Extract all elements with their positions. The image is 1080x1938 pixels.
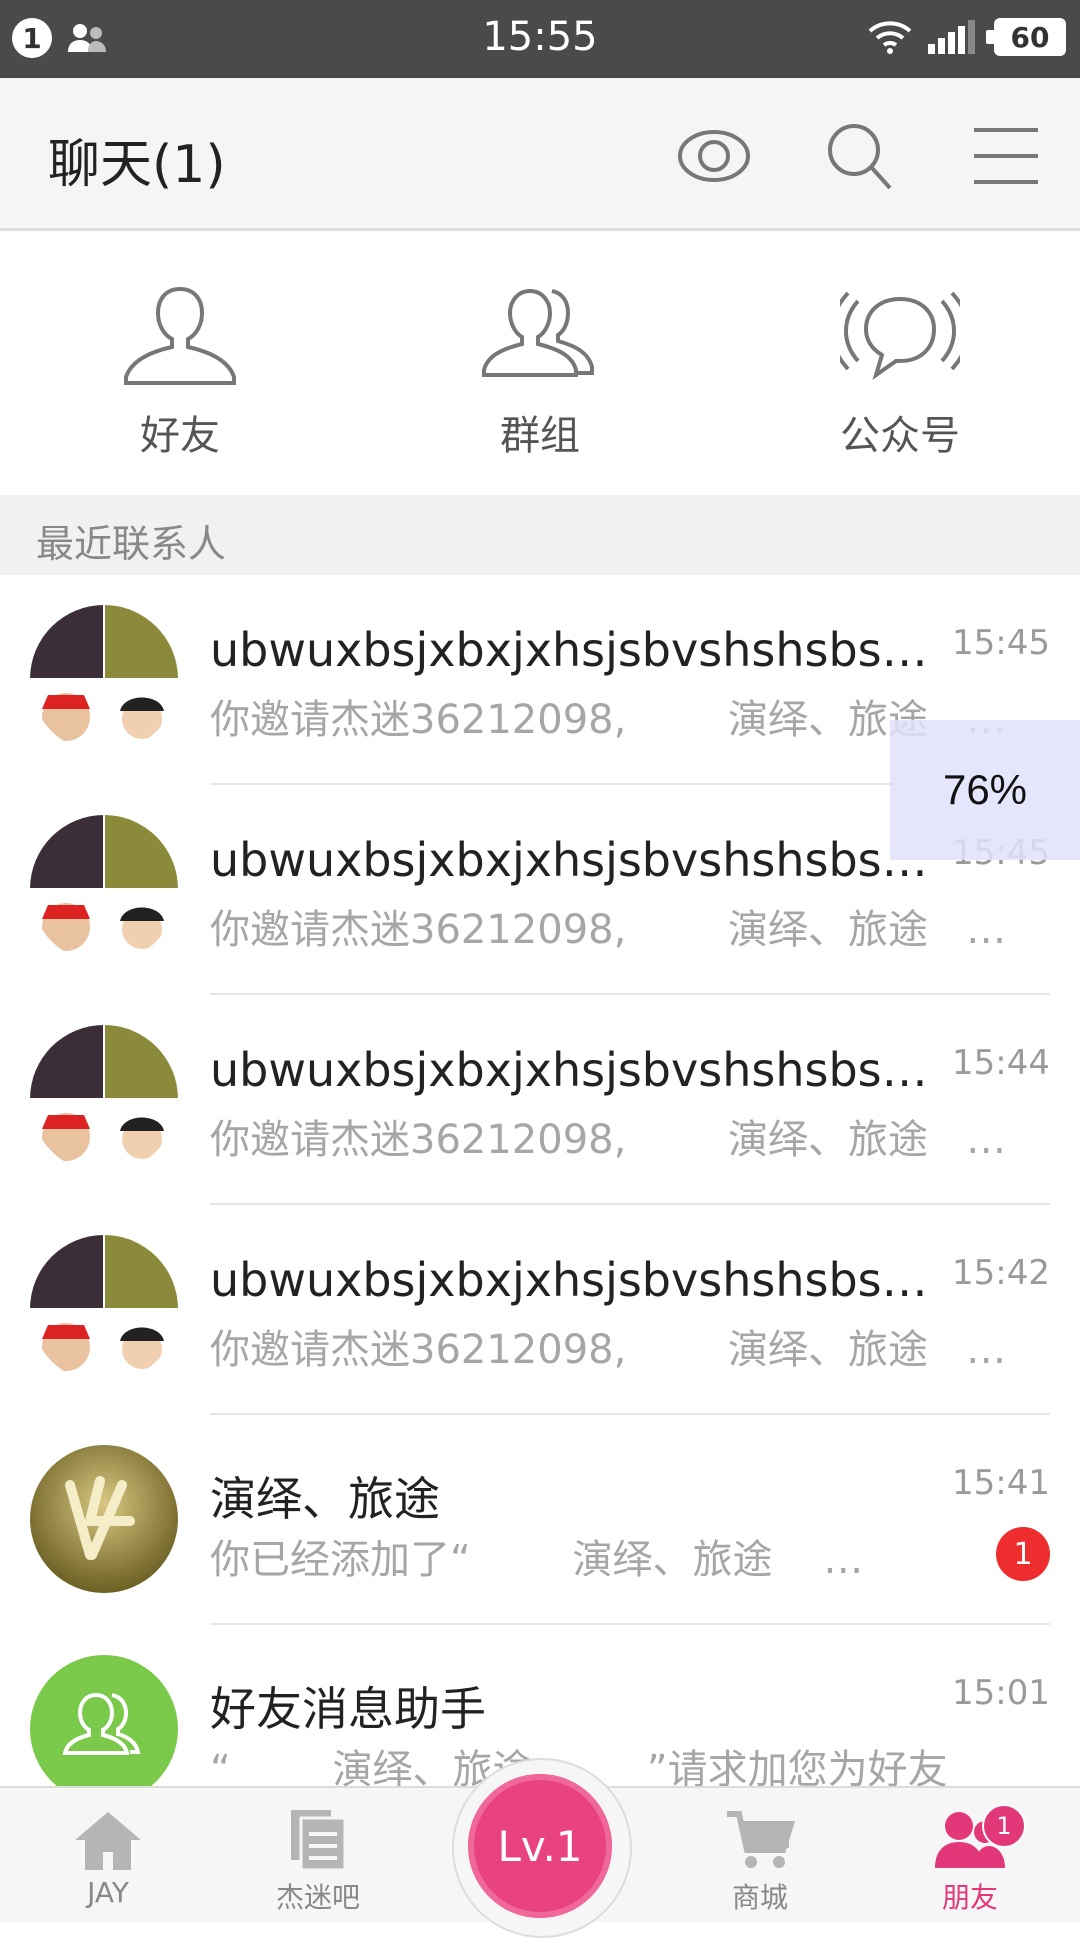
tab-label: 杰迷吧: [275, 1881, 360, 1914]
chat-preview: 你已经添加了“ 演绎、旅途 …: [210, 1537, 864, 1583]
status-right: 60: [868, 18, 1066, 56]
section-title: 最近联系人: [36, 522, 227, 566]
chat-time: 15:41: [952, 1463, 1050, 1503]
home-icon: [75, 1812, 141, 1870]
tab-label: 朋友: [941, 1881, 998, 1914]
chat-name: ubwuxbsjxbxjxhsjsbvshshsbsbbsbsbsb: [210, 623, 950, 677]
document-icon: [291, 1810, 347, 1872]
status-bar: 1 15:55 60: [0, 0, 1080, 78]
menu-icon[interactable]: [968, 118, 1044, 194]
chat-name: 演绎、旅途: [210, 1472, 440, 1526]
group-icon: [482, 288, 594, 377]
contact-avatar: [30, 1445, 178, 1593]
group-avatar: [30, 1025, 178, 1173]
signal-icon: [928, 20, 975, 54]
chat-time: 15:44: [952, 1043, 1050, 1083]
chat-item[interactable]: ubwuxbsjxbxjxhsjsbvshshsbsbbsbsbsb 15:42…: [0, 1205, 1080, 1415]
chat-item[interactable]: 演绎、旅途 15:41 你已经添加了“ 演绎、旅途 … 1: [0, 1415, 1080, 1625]
battery-indicator: 60: [986, 18, 1066, 56]
shortcut-label: 群组: [500, 413, 580, 459]
shortcut-label: 公众号: [840, 413, 960, 459]
app-bar-actions: [676, 118, 1044, 194]
shortcut-groups[interactable]: 群组: [360, 231, 720, 495]
chat-name: ubwuxbsjxbxjxhsjsbvshshsbsbbsbsbsb: [210, 833, 950, 887]
wifi-icon: [868, 21, 912, 54]
chat-preview: 你邀请杰迷36212098, 演绎、旅途 …: [210, 907, 1007, 953]
chat-name: 好友消息助手: [210, 1682, 486, 1736]
chat-item[interactable]: ubwuxbsjxbxjxhsjsbvshshsbsbbsbsbsb 15:44…: [0, 995, 1080, 1205]
broadcast-icon: [840, 291, 960, 380]
shortcut-official-accounts[interactable]: 公众号: [720, 231, 1080, 495]
shortcut-row: 好友 群组 公众号: [0, 231, 1080, 495]
tab-friends[interactable]: 朋友 1: [890, 1788, 1050, 1922]
tab-fan-forum[interactable]: 杰迷吧: [238, 1788, 398, 1922]
app-bar: 聊天(1): [0, 78, 1080, 231]
tab-badge: 1: [982, 1804, 1026, 1848]
tab-label: 商城: [731, 1881, 788, 1914]
page-title: 聊天(1): [48, 135, 226, 195]
group-avatar: [30, 1235, 178, 1383]
chat-name: ubwuxbsjxbxjxhsjsbvshshsbsbbsbsbsb: [210, 1043, 950, 1097]
eye-icon[interactable]: [676, 118, 752, 194]
tab-label: JAY: [87, 1876, 129, 1909]
chat-preview: 你邀请杰迷36212098, 演绎、旅途 …: [210, 1327, 1007, 1373]
cart-icon: [727, 1811, 795, 1868]
assistant-avatar: [30, 1655, 178, 1803]
level-button[interactable]: Lv.1: [468, 1774, 612, 1918]
shortcut-label: 好友: [140, 413, 220, 459]
chat-time: 15:42: [952, 1253, 1050, 1293]
shortcut-friends[interactable]: 好友: [0, 231, 360, 495]
person-icon: [124, 286, 236, 385]
recent-contacts-header: 最近联系人: [0, 495, 1080, 575]
chat-name: ubwuxbsjxbxjxhsjsbvshshsbsbbsbsbsb: [210, 1253, 950, 1307]
chat-preview: 你邀请杰迷36212098, 演绎、旅途 …: [210, 1117, 1007, 1163]
chat-time: 15:45: [952, 623, 1050, 663]
search-icon[interactable]: [822, 118, 898, 194]
unread-badge: 1: [996, 1527, 1050, 1581]
tab-mall[interactable]: 商城: [680, 1788, 840, 1922]
group-avatar: [30, 605, 178, 753]
chat-time: 15:01: [952, 1673, 1050, 1713]
group-avatar: [30, 815, 178, 963]
tab-jay[interactable]: JAY: [28, 1788, 188, 1922]
progress-overlay: 76%: [890, 720, 1080, 860]
